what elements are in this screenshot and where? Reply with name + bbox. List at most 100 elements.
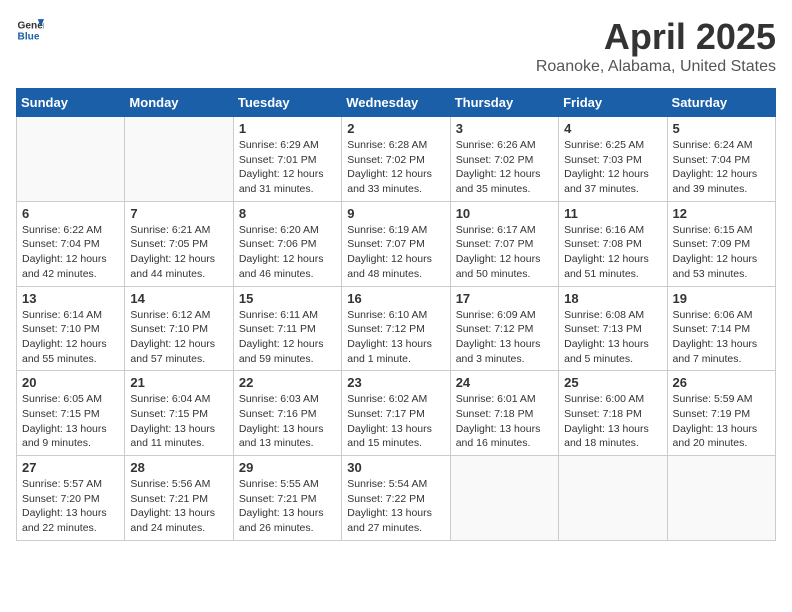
- weekday-header: Friday: [559, 89, 667, 117]
- calendar-cell: 27 Sunrise: 5:57 AM Sunset: 7:20 PM Dayli…: [17, 456, 125, 541]
- title-area: April 2025 Roanoke, Alabama, United Stat…: [536, 16, 776, 76]
- day-number: 8: [239, 206, 336, 221]
- day-info: Sunrise: 6:05 AM Sunset: 7:15 PM Dayligh…: [22, 392, 119, 451]
- day-info: Sunrise: 6:17 AM Sunset: 7:07 PM Dayligh…: [456, 223, 553, 282]
- day-info: Sunrise: 6:16 AM Sunset: 7:08 PM Dayligh…: [564, 223, 661, 282]
- calendar-cell: [667, 456, 775, 541]
- day-number: 6: [22, 206, 119, 221]
- day-number: 17: [456, 291, 553, 306]
- day-number: 30: [347, 460, 444, 475]
- calendar-table: SundayMondayTuesdayWednesdayThursdayFrid…: [16, 88, 776, 541]
- weekday-header: Monday: [125, 89, 233, 117]
- day-number: 3: [456, 121, 553, 136]
- day-number: 24: [456, 375, 553, 390]
- day-info: Sunrise: 5:56 AM Sunset: 7:21 PM Dayligh…: [130, 477, 227, 536]
- day-info: Sunrise: 6:14 AM Sunset: 7:10 PM Dayligh…: [22, 308, 119, 367]
- weekday-header-row: SundayMondayTuesdayWednesdayThursdayFrid…: [17, 89, 776, 117]
- day-number: 21: [130, 375, 227, 390]
- day-info: Sunrise: 6:03 AM Sunset: 7:16 PM Dayligh…: [239, 392, 336, 451]
- day-info: Sunrise: 6:21 AM Sunset: 7:05 PM Dayligh…: [130, 223, 227, 282]
- day-number: 1: [239, 121, 336, 136]
- day-info: Sunrise: 6:10 AM Sunset: 7:12 PM Dayligh…: [347, 308, 444, 367]
- day-info: Sunrise: 6:25 AM Sunset: 7:03 PM Dayligh…: [564, 138, 661, 197]
- day-info: Sunrise: 6:11 AM Sunset: 7:11 PM Dayligh…: [239, 308, 336, 367]
- calendar-cell: 17 Sunrise: 6:09 AM Sunset: 7:12 PM Dayli…: [450, 286, 558, 371]
- calendar-week-row: 27 Sunrise: 5:57 AM Sunset: 7:20 PM Dayli…: [17, 456, 776, 541]
- weekday-header: Thursday: [450, 89, 558, 117]
- day-info: Sunrise: 6:06 AM Sunset: 7:14 PM Dayligh…: [673, 308, 770, 367]
- calendar-cell: 7 Sunrise: 6:21 AM Sunset: 7:05 PM Daylig…: [125, 201, 233, 286]
- day-number: 5: [673, 121, 770, 136]
- day-number: 22: [239, 375, 336, 390]
- day-info: Sunrise: 6:19 AM Sunset: 7:07 PM Dayligh…: [347, 223, 444, 282]
- day-info: Sunrise: 6:20 AM Sunset: 7:06 PM Dayligh…: [239, 223, 336, 282]
- calendar-cell: 10 Sunrise: 6:17 AM Sunset: 7:07 PM Dayli…: [450, 201, 558, 286]
- day-info: Sunrise: 5:57 AM Sunset: 7:20 PM Dayligh…: [22, 477, 119, 536]
- day-info: Sunrise: 6:09 AM Sunset: 7:12 PM Dayligh…: [456, 308, 553, 367]
- day-info: Sunrise: 6:22 AM Sunset: 7:04 PM Dayligh…: [22, 223, 119, 282]
- day-number: 15: [239, 291, 336, 306]
- day-info: Sunrise: 6:26 AM Sunset: 7:02 PM Dayligh…: [456, 138, 553, 197]
- logo-icon: General Blue: [16, 16, 44, 44]
- calendar-cell: 6 Sunrise: 6:22 AM Sunset: 7:04 PM Daylig…: [17, 201, 125, 286]
- logo: General Blue: [16, 16, 44, 44]
- weekday-header: Sunday: [17, 89, 125, 117]
- calendar-title: April 2025: [536, 16, 776, 58]
- calendar-cell: 3 Sunrise: 6:26 AM Sunset: 7:02 PM Daylig…: [450, 117, 558, 202]
- day-number: 23: [347, 375, 444, 390]
- calendar-cell: 1 Sunrise: 6:29 AM Sunset: 7:01 PM Daylig…: [233, 117, 341, 202]
- day-info: Sunrise: 5:54 AM Sunset: 7:22 PM Dayligh…: [347, 477, 444, 536]
- day-number: 11: [564, 206, 661, 221]
- calendar-cell: [450, 456, 558, 541]
- calendar-cell: 24Sunrise: 6:01 AM Sunset: 7:18 PM Dayli…: [450, 371, 558, 456]
- calendar-cell: 2 Sunrise: 6:28 AM Sunset: 7:02 PM Daylig…: [342, 117, 450, 202]
- calendar-cell: 12Sunrise: 6:15 AM Sunset: 7:09 PM Dayli…: [667, 201, 775, 286]
- day-info: Sunrise: 6:29 AM Sunset: 7:01 PM Dayligh…: [239, 138, 336, 197]
- calendar-week-row: 13 Sunrise: 6:14 AM Sunset: 7:10 PM Dayli…: [17, 286, 776, 371]
- day-number: 14: [130, 291, 227, 306]
- day-info: Sunrise: 5:59 AM Sunset: 7:19 PM Dayligh…: [673, 392, 770, 451]
- day-info: Sunrise: 6:12 AM Sunset: 7:10 PM Dayligh…: [130, 308, 227, 367]
- day-info: Sunrise: 6:24 AM Sunset: 7:04 PM Dayligh…: [673, 138, 770, 197]
- calendar-cell: 16Sunrise: 6:10 AM Sunset: 7:12 PM Dayli…: [342, 286, 450, 371]
- day-number: 28: [130, 460, 227, 475]
- day-number: 27: [22, 460, 119, 475]
- calendar-cell: 13 Sunrise: 6:14 AM Sunset: 7:10 PM Dayli…: [17, 286, 125, 371]
- calendar-week-row: 1 Sunrise: 6:29 AM Sunset: 7:01 PM Daylig…: [17, 117, 776, 202]
- day-number: 26: [673, 375, 770, 390]
- calendar-cell: [559, 456, 667, 541]
- weekday-header: Saturday: [667, 89, 775, 117]
- day-number: 13: [22, 291, 119, 306]
- day-number: 4: [564, 121, 661, 136]
- day-number: 29: [239, 460, 336, 475]
- calendar-cell: 9 Sunrise: 6:19 AM Sunset: 7:07 PM Daylig…: [342, 201, 450, 286]
- calendar-cell: 29 Sunrise: 5:55 AM Sunset: 7:21 PM Dayli…: [233, 456, 341, 541]
- day-number: 7: [130, 206, 227, 221]
- calendar-cell: 14 Sunrise: 6:12 AM Sunset: 7:10 PM Dayli…: [125, 286, 233, 371]
- calendar-cell: 15 Sunrise: 6:11 AM Sunset: 7:11 PM Dayli…: [233, 286, 341, 371]
- day-info: Sunrise: 5:55 AM Sunset: 7:21 PM Dayligh…: [239, 477, 336, 536]
- day-number: 12: [673, 206, 770, 221]
- calendar-cell: 20Sunrise: 6:05 AM Sunset: 7:15 PM Dayli…: [17, 371, 125, 456]
- calendar-cell: 22 Sunrise: 6:03 AM Sunset: 7:16 PM Dayli…: [233, 371, 341, 456]
- header: General Blue April 2025 Roanoke, Alabama…: [16, 16, 776, 76]
- day-info: Sunrise: 6:28 AM Sunset: 7:02 PM Dayligh…: [347, 138, 444, 197]
- day-info: Sunrise: 6:08 AM Sunset: 7:13 PM Dayligh…: [564, 308, 661, 367]
- calendar-subtitle: Roanoke, Alabama, United States: [536, 58, 776, 76]
- day-number: 25: [564, 375, 661, 390]
- svg-text:Blue: Blue: [18, 31, 40, 42]
- day-number: 9: [347, 206, 444, 221]
- weekday-header: Tuesday: [233, 89, 341, 117]
- day-number: 2: [347, 121, 444, 136]
- calendar-cell: [17, 117, 125, 202]
- calendar-cell: 19Sunrise: 6:06 AM Sunset: 7:14 PM Dayli…: [667, 286, 775, 371]
- day-number: 10: [456, 206, 553, 221]
- day-info: Sunrise: 6:00 AM Sunset: 7:18 PM Dayligh…: [564, 392, 661, 451]
- day-number: 18: [564, 291, 661, 306]
- calendar-cell: 8 Sunrise: 6:20 AM Sunset: 7:06 PM Daylig…: [233, 201, 341, 286]
- day-info: Sunrise: 6:04 AM Sunset: 7:15 PM Dayligh…: [130, 392, 227, 451]
- calendar-cell: 28 Sunrise: 5:56 AM Sunset: 7:21 PM Dayli…: [125, 456, 233, 541]
- calendar-cell: 30 Sunrise: 5:54 AM Sunset: 7:22 PM Dayli…: [342, 456, 450, 541]
- calendar-week-row: 20Sunrise: 6:05 AM Sunset: 7:15 PM Dayli…: [17, 371, 776, 456]
- calendar-cell: 18 Sunrise: 6:08 AM Sunset: 7:13 PM Dayli…: [559, 286, 667, 371]
